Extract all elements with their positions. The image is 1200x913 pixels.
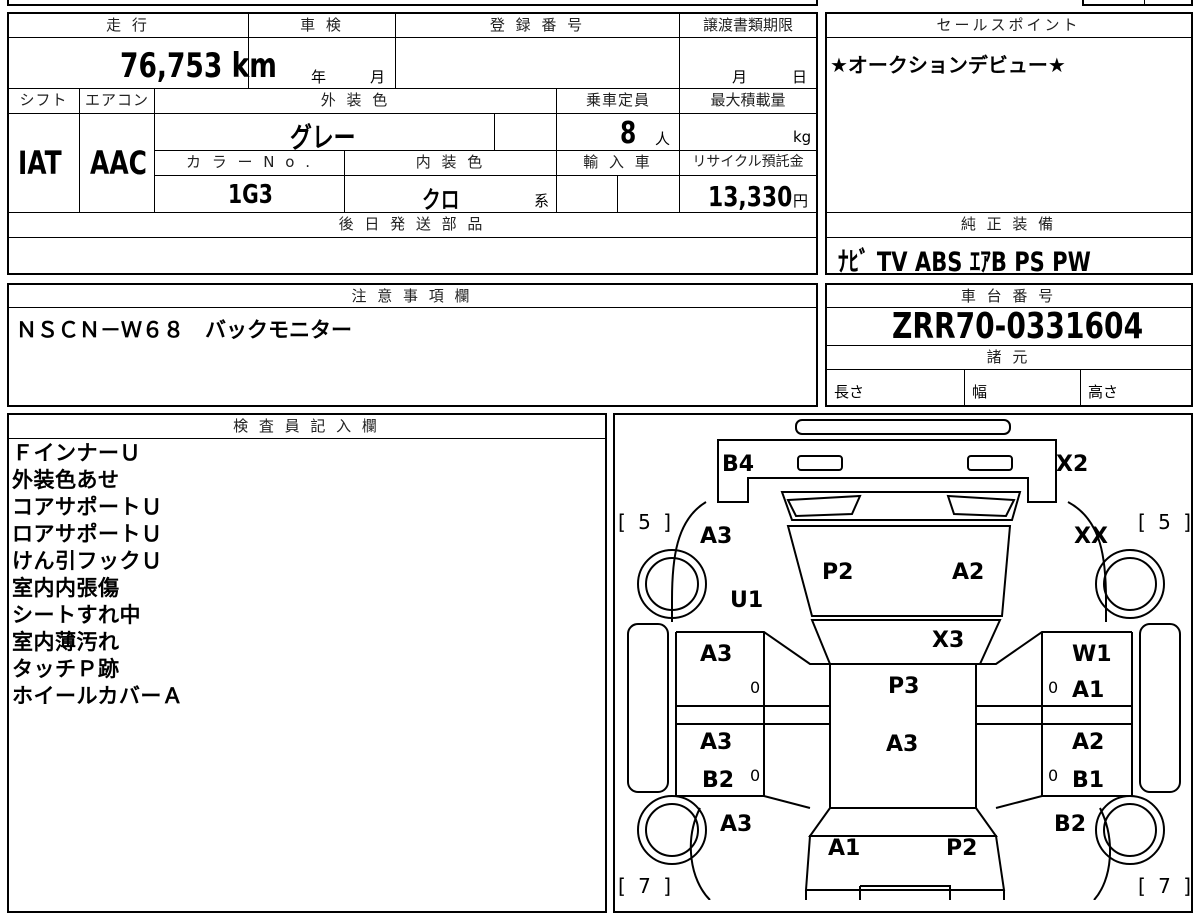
mark-rear-fender-right: B2 xyxy=(1054,812,1087,837)
mark-center-lower: A3 xyxy=(886,732,919,757)
mark-zero-rr: 0 xyxy=(1048,766,1059,785)
mark-front-fender-left-a: A3 xyxy=(700,524,733,549)
mark-front-bumper-left: B4 xyxy=(722,452,755,477)
mark-zero-rl: 0 xyxy=(750,766,761,785)
mark-roof: P3 xyxy=(888,674,920,699)
mark-front-door-left: A3 xyxy=(700,642,733,667)
mark-rear-door-right-b: B1 xyxy=(1072,768,1105,793)
mark-front-fender-right: XX xyxy=(1074,524,1108,549)
mark-rear-door-left-a: A3 xyxy=(700,730,733,755)
mark-rear-fender-left: A3 xyxy=(720,812,753,837)
mark-tailgate-left: A1 xyxy=(828,836,861,861)
mark-front-fender-left-u: U1 xyxy=(730,588,764,613)
mark-zero-fr: 0 xyxy=(1048,678,1059,697)
mark-windshield: X3 xyxy=(932,628,965,653)
tire-front-left-label: [ 5 ] xyxy=(618,510,675,534)
mark-hood-right: A2 xyxy=(952,560,985,585)
mark-front-door-right-w: W1 xyxy=(1072,642,1112,667)
mark-front-bumper-right: X2 xyxy=(1056,452,1089,477)
car-outline-diagram xyxy=(627,419,1181,900)
mark-rear-door-right-a: A2 xyxy=(1072,730,1105,755)
tire-rear-right-label: [ 7 ] xyxy=(1138,874,1195,898)
mark-front-door-right-a: A1 xyxy=(1072,678,1105,703)
mark-tailgate-right: P2 xyxy=(946,836,978,861)
tire-rear-left-label: [ 7 ] xyxy=(618,874,675,898)
tire-front-right-label: [ 5 ] xyxy=(1138,510,1195,534)
mark-rear-door-left-b: B2 xyxy=(702,768,735,793)
mark-hood-left: P2 xyxy=(822,560,854,585)
mark-zero-fl: 0 xyxy=(750,678,761,697)
